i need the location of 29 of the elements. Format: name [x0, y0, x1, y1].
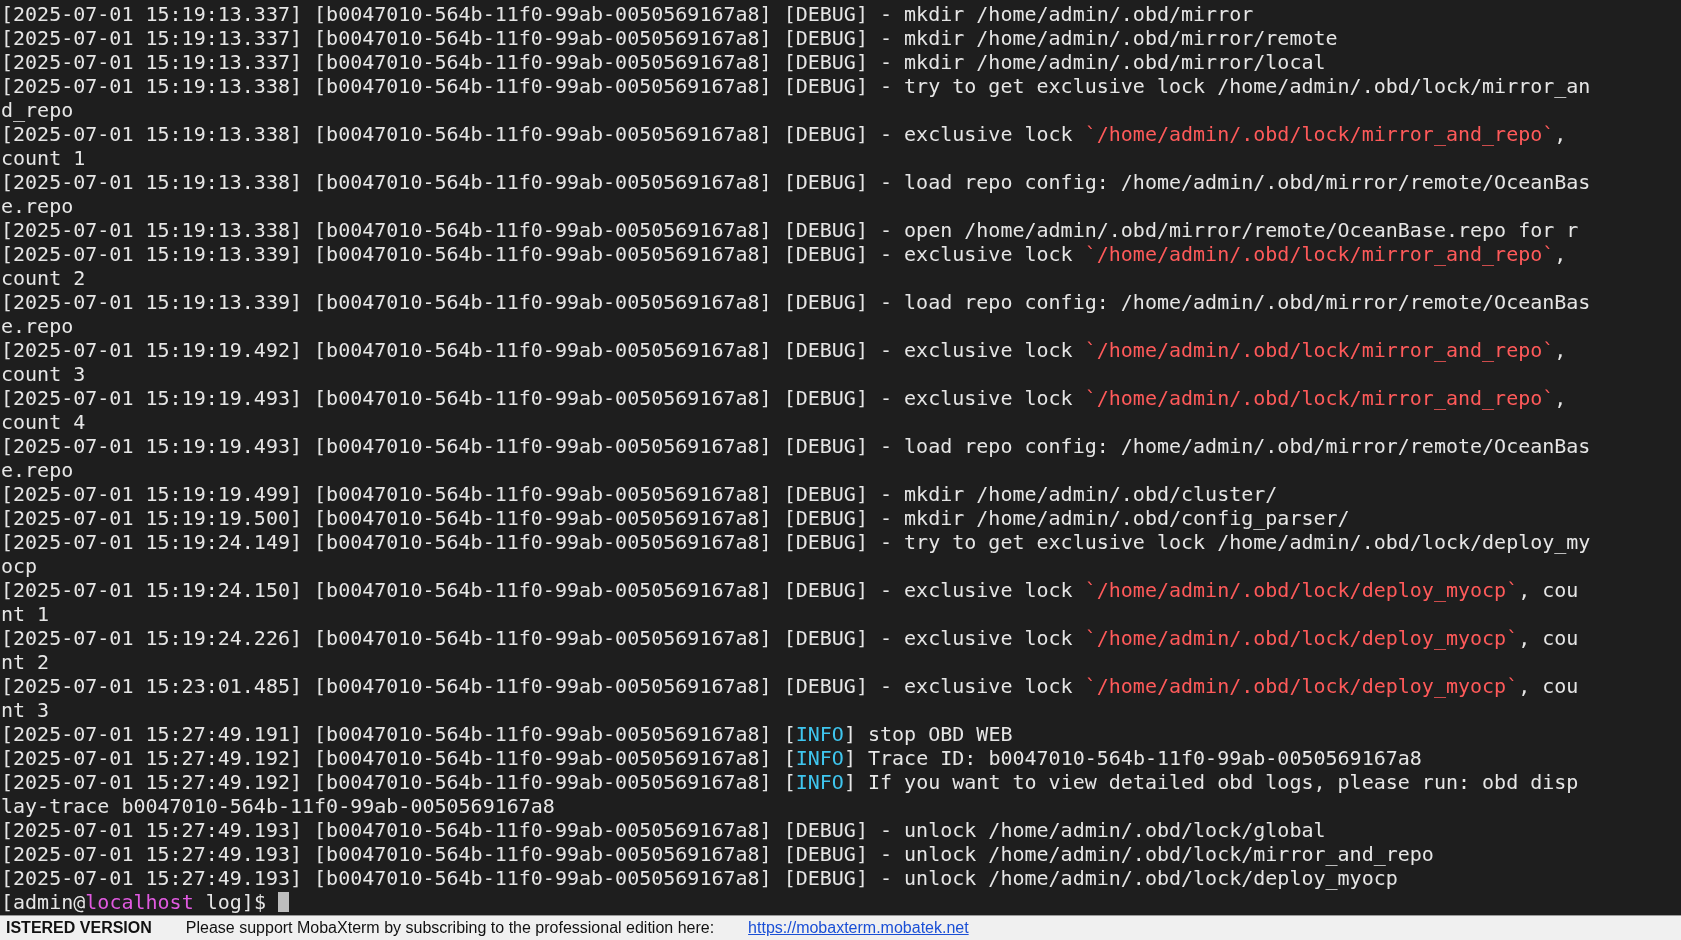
log-line: [2025-07-01 15:19:19.493] [b0047010-564b-11f0-99ab-0050569167a8] [DEBUG] - load repo config: /home/admin/.obd/mirror/remote/OceanBase.repo [1, 434, 1591, 482]
log-line: [2025-07-01 15:19:13.338] [b0047010-564b-11f0-99ab-0050569167a8] [DEBUG] - exclusive lock `/home/admin/.obd/lock/mirror_and_repo`, count 1 [1, 122, 1568, 170]
log-line: [2025-07-01 15:19:13.338] [b0047010-564b-11f0-99ab-0050569167a8] [DEBUG] - try to get exclusive lock /home/admin/.obd/lock/mirror_and_repo [1, 74, 1591, 122]
log-line: [2025-07-01 15:19:19.499] [b0047010-564b-11f0-99ab-0050569167a8] [DEBUG] - mkdir /home/admin/.obd/cluster/ [1, 482, 1279, 506]
log-line: [2025-07-01 15:27:49.192] [b0047010-564b-11f0-99ab-0050569167a8] [INFO] If you want to view detailed obd logs, please run: obd display-trace b0047010-564b-11f0-99ab-0050569167a8 [1, 770, 1580, 818]
log-line: [2025-07-01 15:27:49.193] [b0047010-564b-11f0-99ab-0050569167a8] [DEBUG] - unlock /home/admin/.obd/lock/deploy_myocp [1, 866, 1399, 890]
log-line: [2025-07-01 15:27:49.191] [b0047010-564b-11f0-99ab-0050569167a8] [INFO] stop OBD WEB [1, 722, 1014, 746]
log-line: [2025-07-01 15:19:13.337] [b0047010-564b-11f0-99ab-0050569167a8] [DEBUG] - mkdir /home/admin/.obd/mirror [1, 2, 1255, 26]
log-line: [2025-07-01 15:19:13.339] [b0047010-564b-11f0-99ab-0050569167a8] [DEBUG] - load repo config: /home/admin/.obd/mirror/remote/OceanBase.repo [1, 290, 1591, 338]
log-line: [2025-07-01 15:23:01.485] [b0047010-564b-11f0-99ab-0050569167a8] [DEBUG] - exclusive lock `/home/admin/.obd/lock/deploy_myocp`, count 3 [1, 674, 1580, 722]
log-line: [2025-07-01 15:19:24.149] [b0047010-564b-11f0-99ab-0050569167a8] [DEBUG] - try to get exclusive lock /home/admin/.obd/lock/deploy_myocp [1, 530, 1591, 578]
status-message: Please support MobaXterm by subscribing to the professional edition here: [185, 919, 715, 937]
log-line: [2025-07-01 15:19:19.500] [b0047010-564b-11f0-99ab-0050569167a8] [DEBUG] - mkdir /home/admin/.obd/config_parser/ [1, 506, 1351, 530]
log-line: [2025-07-01 15:27:49.192] [b0047010-564b-11f0-99ab-0050569167a8] [INFO] Trace ID: b0047010-564b-11f0-99ab-0050569167a8 [1, 746, 1423, 770]
log-line: [2025-07-01 15:19:19.493] [b0047010-564b-11f0-99ab-0050569167a8] [DEBUG] - exclusive lock `/home/admin/.obd/lock/mirror_and_repo`, count 4 [1, 386, 1568, 434]
log-line: [2025-07-01 15:19:13.339] [b0047010-564b-11f0-99ab-0050569167a8] [DEBUG] - exclusive lock `/home/admin/.obd/lock/mirror_and_repo`, count 2 [1, 242, 1568, 290]
log-line: [2025-07-01 15:19:13.337] [b0047010-564b-11f0-99ab-0050569167a8] [DEBUG] - mkdir /home/admin/.obd/mirror/local [1, 50, 1327, 74]
cursor-icon [277, 892, 289, 912]
log-line: [2025-07-01 15:19:13.338] [b0047010-564b-11f0-99ab-0050569167a8] [DEBUG] - open /home/admin/.obd/mirror/remote/OceanBase.repo for r [1, 218, 1580, 242]
log-line: [2025-07-01 15:19:24.150] [b0047010-564b-11f0-99ab-0050569167a8] [DEBUG] - exclusive lock `/home/admin/.obd/lock/deploy_myocp`, count 1 [1, 578, 1580, 626]
log-line: [2025-07-01 15:19:24.226] [b0047010-564b-11f0-99ab-0050569167a8] [DEBUG] - exclusive lock `/home/admin/.obd/lock/deploy_myocp`, count 2 [1, 626, 1580, 674]
log-line: [2025-07-01 15:19:13.338] [b0047010-564b-11f0-99ab-0050569167a8] [DEBUG] - load repo config: /home/admin/.obd/mirror/remote/OceanBase.repo [1, 170, 1591, 218]
shell-prompt: [admin@localhost log]$ [1, 890, 267, 914]
log-line: [2025-07-01 15:19:13.337] [b0047010-564b-11f0-99ab-0050569167a8] [DEBUG] - mkdir /home/admin/.obd/mirror/remote [1, 26, 1339, 50]
log-line: [2025-07-01 15:27:49.193] [b0047010-564b-11f0-99ab-0050569167a8] [DEBUG] - unlock /home/admin/.obd/lock/global [1, 818, 1327, 842]
status-label: ISTERED VERSION [6, 919, 152, 937]
log-line: [2025-07-01 15:19:19.492] [b0047010-564b-11f0-99ab-0050569167a8] [DEBUG] - exclusive lock `/home/admin/.obd/lock/mirror_and_repo`, count 3 [1, 338, 1568, 386]
log-line: [2025-07-01 15:27:49.193] [b0047010-564b-11f0-99ab-0050569167a8] [DEBUG] - unlock /home/admin/.obd/lock/mirror_and_repo [1, 842, 1435, 866]
website-link[interactable]: https://mobaxterm.mobatek.net [748, 919, 969, 937]
